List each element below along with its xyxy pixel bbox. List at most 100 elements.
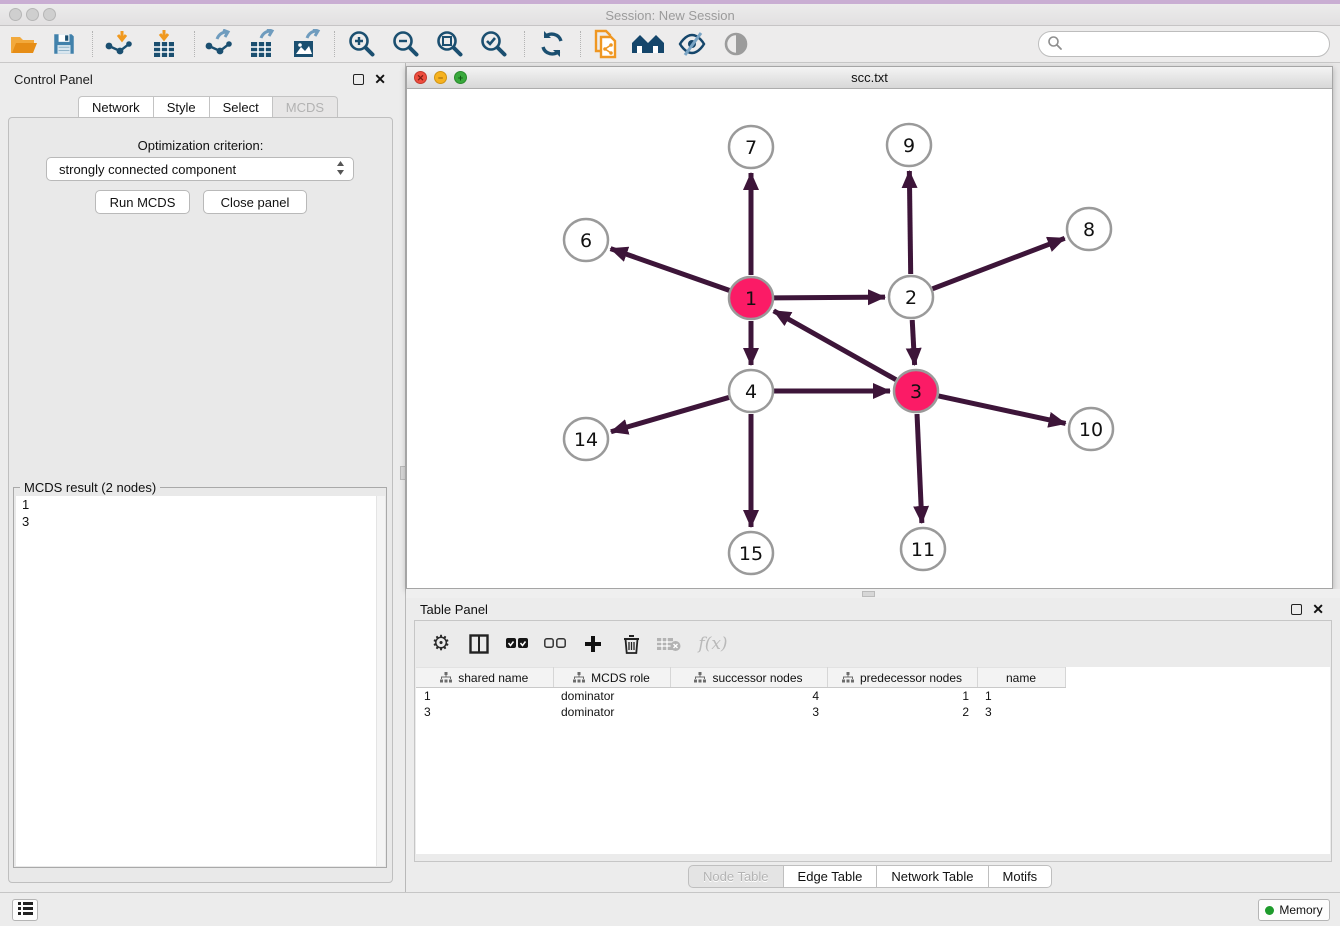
zoom-fit-icon[interactable] [432, 29, 468, 59]
network-window: ✕ − + scc.txt 7 9 6 8 1 2 4 3 14 10 15 11 [406, 66, 1333, 589]
refresh-icon[interactable] [534, 29, 570, 59]
tab-network[interactable]: Network [78, 96, 153, 118]
table-cell[interactable]: 3 [977, 704, 1065, 720]
column-header-predecessor-nodes[interactable]: predecessor nodes [827, 668, 977, 688]
search-icon [1047, 35, 1063, 54]
edge-1-2[interactable] [774, 297, 885, 298]
edge-3-11[interactable] [917, 414, 922, 523]
edge-2-9[interactable] [909, 171, 910, 274]
attribute-icon [573, 672, 585, 683]
edge-2-8[interactable] [932, 238, 1064, 289]
node-1[interactable]: 1 [729, 277, 773, 319]
toolbar-separator [334, 31, 335, 57]
split-columns-icon[interactable] [467, 632, 491, 656]
node-11[interactable]: 11 [901, 528, 945, 570]
export-table-icon[interactable] [244, 29, 280, 59]
settings-gear-icon[interactable]: ⚙ [429, 632, 453, 656]
select-all-checkboxes-icon[interactable] [505, 632, 529, 656]
table-cell[interactable]: 4 [670, 688, 827, 704]
node-15[interactable]: 15 [729, 532, 773, 574]
delete-column-icon[interactable] [619, 632, 643, 656]
home-icon[interactable] [630, 29, 666, 59]
import-table-icon[interactable] [146, 29, 182, 59]
open-session-icon[interactable] [6, 29, 42, 59]
table-cell[interactable]: 3 [670, 704, 827, 720]
export-network-icon[interactable] [200, 29, 236, 59]
function-builder-icon[interactable]: f(x) [695, 632, 731, 656]
control-panel: Control Panel ✕ Network Style Select MCD… [0, 63, 400, 892]
table-cell[interactable]: 1 [416, 688, 553, 704]
table-cell[interactable]: dominator [553, 688, 670, 704]
tab-edge-table[interactable]: Edge Table [783, 865, 877, 888]
svg-text:6: 6 [580, 230, 592, 252]
task-history-button[interactable] [12, 899, 38, 921]
mcds-result-textarea[interactable]: 1 3 [16, 496, 385, 866]
node-7[interactable]: 7 [729, 126, 773, 168]
float-table-panel-icon[interactable] [1291, 604, 1302, 615]
search-input[interactable] [1063, 37, 1329, 52]
import-network-icon[interactable] [100, 29, 136, 59]
node-10[interactable]: 10 [1069, 408, 1113, 450]
edge-4-14[interactable] [611, 397, 729, 431]
node-4[interactable]: 4 [729, 370, 773, 412]
column-header-successor-nodes[interactable]: successor nodes [670, 668, 827, 688]
node-14[interactable]: 14 [564, 418, 608, 460]
node-9[interactable]: 9 [887, 124, 931, 166]
mcds-panel: Optimization criterion: strongly connect… [8, 117, 393, 883]
tab-network-table[interactable]: Network Table [876, 865, 987, 888]
horizontal-splitter-grip[interactable] [862, 591, 875, 597]
search-field[interactable] [1038, 31, 1330, 57]
close-table-panel-icon[interactable]: ✕ [1312, 604, 1324, 615]
node-table[interactable]: shared nameMCDS rolesuccessor nodesprede… [416, 667, 1330, 854]
node-8[interactable]: 8 [1067, 208, 1111, 250]
node-6[interactable]: 6 [564, 219, 608, 261]
table-panel: Table Panel ✕ ⚙ f(x) shared nameMCDS rol… [406, 598, 1340, 892]
memory-button[interactable]: Memory [1258, 899, 1330, 921]
run-mcds-button[interactable]: Run MCDS [95, 190, 190, 214]
show-details-icon[interactable] [718, 29, 754, 59]
zoom-out-icon[interactable] [388, 29, 424, 59]
hide-details-icon[interactable] [674, 29, 710, 59]
clone-network-icon[interactable] [588, 29, 624, 59]
node-2[interactable]: 2 [889, 276, 933, 318]
table-cell[interactable]: dominator [553, 704, 670, 720]
result-line: 1 [16, 496, 385, 513]
edge-3-10[interactable] [938, 396, 1065, 424]
status-bar: Memory [0, 892, 1340, 926]
tab-node-table[interactable]: Node Table [688, 865, 783, 888]
delete-table-icon[interactable] [657, 632, 681, 656]
result-scrollbar[interactable] [376, 496, 385, 866]
edge-1-6[interactable] [611, 249, 730, 291]
table-cell[interactable]: 3 [416, 704, 553, 720]
clear-checkboxes-icon[interactable] [543, 632, 567, 656]
node-3[interactable]: 3 [894, 370, 938, 412]
network-window-titlebar[interactable]: ✕ − + scc.txt [407, 67, 1332, 89]
zoom-in-icon[interactable] [344, 29, 380, 59]
save-session-icon[interactable] [46, 29, 82, 59]
zoom-selected-icon[interactable] [476, 29, 512, 59]
close-panel-button[interactable]: Close panel [203, 190, 307, 214]
table-row[interactable]: 3dominator323 [416, 704, 1065, 720]
close-panel-icon[interactable]: ✕ [374, 74, 386, 85]
criterion-dropdown[interactable]: strongly connected component [46, 157, 354, 181]
export-image-icon[interactable] [288, 29, 324, 59]
float-panel-icon[interactable] [353, 74, 364, 85]
network-canvas[interactable]: 7 9 6 8 1 2 4 3 14 10 15 11 [407, 89, 1332, 588]
table-cell[interactable]: 1 [827, 688, 977, 704]
column-header-MCDS-role[interactable]: MCDS role [553, 668, 670, 688]
tab-mcds[interactable]: MCDS [272, 96, 338, 118]
tab-motifs[interactable]: Motifs [988, 865, 1053, 888]
tab-select[interactable]: Select [209, 96, 272, 118]
table-row[interactable]: 1dominator411 [416, 688, 1065, 704]
table-cell[interactable]: 1 [977, 688, 1065, 704]
table-cell[interactable]: 2 [827, 704, 977, 720]
edge-2-3[interactable] [912, 320, 914, 365]
column-header-shared-name[interactable]: shared name [416, 668, 553, 688]
network-graph[interactable]: 7 9 6 8 1 2 4 3 14 10 15 11 [407, 89, 1332, 588]
column-header-name[interactable]: name [977, 668, 1065, 688]
edge-3-1[interactable] [774, 311, 896, 380]
svg-text:2: 2 [905, 287, 917, 309]
tab-style[interactable]: Style [153, 96, 209, 118]
add-column-icon[interactable] [581, 632, 605, 656]
table-header-row[interactable]: shared nameMCDS rolesuccessor nodesprede… [416, 668, 1065, 688]
